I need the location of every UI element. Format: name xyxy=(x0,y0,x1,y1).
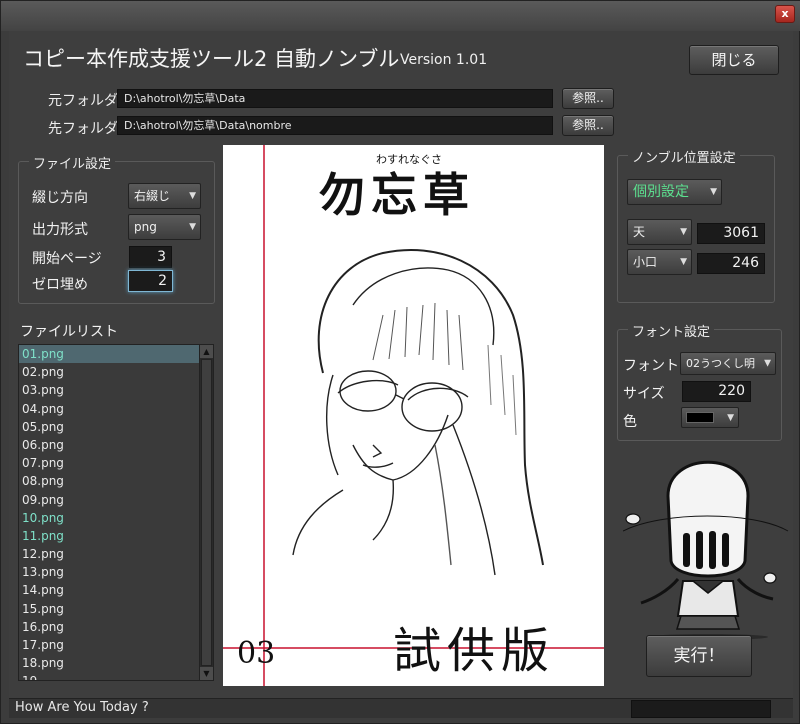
horizontal-position-value: 小口 xyxy=(633,255,658,269)
window-close-button[interactable]: x xyxy=(775,5,795,23)
horizontal-position-select[interactable]: 小口 ▼ xyxy=(627,249,692,275)
font-label: フォント xyxy=(623,358,679,374)
font-settings-title: フォント設定 xyxy=(628,321,715,340)
list-item[interactable]: 19 xyxy=(19,672,213,680)
list-item[interactable]: 17.png xyxy=(19,636,213,654)
start-page-label: 開始ページ xyxy=(32,251,102,267)
size-label: サイズ xyxy=(623,386,665,402)
file-list-scrollbar[interactable]: ▲ ▼ xyxy=(199,345,213,680)
illustration-drawing xyxy=(292,249,544,576)
version-label: Version 1.01 xyxy=(400,52,488,68)
preview-canvas: わすれなぐさ 勿忘草 03 試供版 xyxy=(223,145,604,686)
nombre-position-title: ノンブル位置設定 xyxy=(628,147,740,166)
list-item[interactable]: 02.png xyxy=(19,363,213,381)
file-settings-title: ファイル設定 xyxy=(29,153,116,172)
source-browse-button[interactable]: 参照.. xyxy=(562,88,614,109)
window-titlebar xyxy=(1,1,800,31)
color-select[interactable]: ▼ xyxy=(681,407,739,428)
source-folder-label: 元フォルダ xyxy=(48,93,118,109)
nombre-mode-select[interactable]: 個別設定 ▼ xyxy=(627,179,722,205)
list-item[interactable]: 04.png xyxy=(19,400,213,418)
list-item[interactable]: 12.png xyxy=(19,545,213,563)
dest-browse-button[interactable]: 参照.. xyxy=(562,115,614,136)
list-item[interactable]: 01.png xyxy=(19,345,213,364)
chevron-down-icon: ▼ xyxy=(727,412,734,423)
list-item[interactable]: 15.png xyxy=(19,600,213,618)
binding-select[interactable]: 右綴じ ▼ xyxy=(128,183,201,209)
dest-folder-label: 先フォルダ xyxy=(48,121,118,137)
list-item[interactable]: 10.png xyxy=(19,509,213,527)
chevron-down-icon: ▼ xyxy=(189,222,196,232)
list-item[interactable]: 08.png xyxy=(19,472,213,490)
zero-pad-input[interactable]: 2 xyxy=(128,270,173,292)
source-folder-input[interactable]: D:\ahotrol\勿忘草\Data xyxy=(117,89,553,108)
file-list-items: 01.png 02.png 03.png 04.png 05.png 06.png 07.p… xyxy=(19,345,213,680)
chevron-down-icon: ▼ xyxy=(764,358,771,368)
font-select[interactable]: 02うつくし明 ▼ xyxy=(680,352,776,375)
binding-label: 綴じ方向 xyxy=(32,190,88,206)
list-item[interactable]: 09.png xyxy=(19,491,213,509)
status-progress xyxy=(631,700,771,718)
format-value: png xyxy=(134,220,157,234)
vertical-position-value: 天 xyxy=(633,225,646,239)
list-item[interactable]: 16.png xyxy=(19,618,213,636)
format-select[interactable]: png ▼ xyxy=(128,214,201,240)
list-item[interactable]: 14.png xyxy=(19,581,213,599)
binding-value: 右綴じ xyxy=(134,189,171,203)
app-title: コピー本作成支援ツール2 自動ノンブル xyxy=(23,47,400,71)
list-item[interactable]: 18.png xyxy=(19,654,213,672)
nombre-mode-value: 個別設定 xyxy=(633,184,689,200)
title-ruby: わすれなぐさ xyxy=(376,153,442,166)
mascot-illustration xyxy=(623,460,789,640)
vertical-offset-input[interactable]: 3061 xyxy=(697,223,765,244)
list-item[interactable]: 05.png xyxy=(19,418,213,436)
zero-pad-label: ゼロ埋め xyxy=(32,277,88,293)
font-size-input[interactable]: 220 xyxy=(682,381,751,402)
file-list-title: ファイルリスト xyxy=(20,324,118,340)
run-button[interactable]: 実行！ xyxy=(646,635,752,677)
scroll-up-arrow-icon[interactable]: ▲ xyxy=(200,345,213,358)
chevron-down-icon: ▼ xyxy=(710,187,717,197)
status-bar: How Are You Today ? xyxy=(9,698,793,718)
list-item[interactable]: 11.png xyxy=(19,527,213,545)
list-item[interactable]: 07.png xyxy=(19,454,213,472)
list-item[interactable]: 13.png xyxy=(19,563,213,581)
illustration-title: 勿忘草 xyxy=(319,168,475,222)
horizontal-offset-input[interactable]: 246 xyxy=(697,253,765,274)
status-text: How Are You Today ? xyxy=(15,700,149,715)
font-value: 02うつくし明 xyxy=(686,357,755,370)
dest-folder-input[interactable]: D:\ahotrol\勿忘草\Data\nombre xyxy=(117,116,553,135)
start-page-input[interactable]: 3 xyxy=(129,246,172,268)
chevron-down-icon: ▼ xyxy=(680,227,687,237)
trial-watermark: 試供版 xyxy=(393,623,555,679)
chevron-down-icon: ▼ xyxy=(189,191,196,201)
page-preview: わすれなぐさ 勿忘草 03 試供版 xyxy=(223,145,604,686)
color-label: 色 xyxy=(623,414,637,430)
file-list[interactable]: 01.png 02.png 03.png 04.png 05.png 06.png 07.p… xyxy=(18,344,214,681)
scroll-down-arrow-icon[interactable]: ▼ xyxy=(200,667,213,680)
vertical-position-select[interactable]: 天 ▼ xyxy=(627,219,692,245)
list-item[interactable]: 03.png xyxy=(19,381,213,399)
color-swatch xyxy=(686,412,714,423)
chevron-down-icon: ▼ xyxy=(680,257,687,267)
list-item[interactable]: 06.png xyxy=(19,436,213,454)
scroll-thumb[interactable] xyxy=(201,359,212,666)
app-window: x コピー本作成支援ツール2 自動ノンブル Version 1.01 閉じる 元… xyxy=(0,0,800,724)
close-button[interactable]: 閉じる xyxy=(689,45,779,75)
format-label: 出力形式 xyxy=(32,222,88,238)
page-number-preview: 03 xyxy=(237,636,275,671)
